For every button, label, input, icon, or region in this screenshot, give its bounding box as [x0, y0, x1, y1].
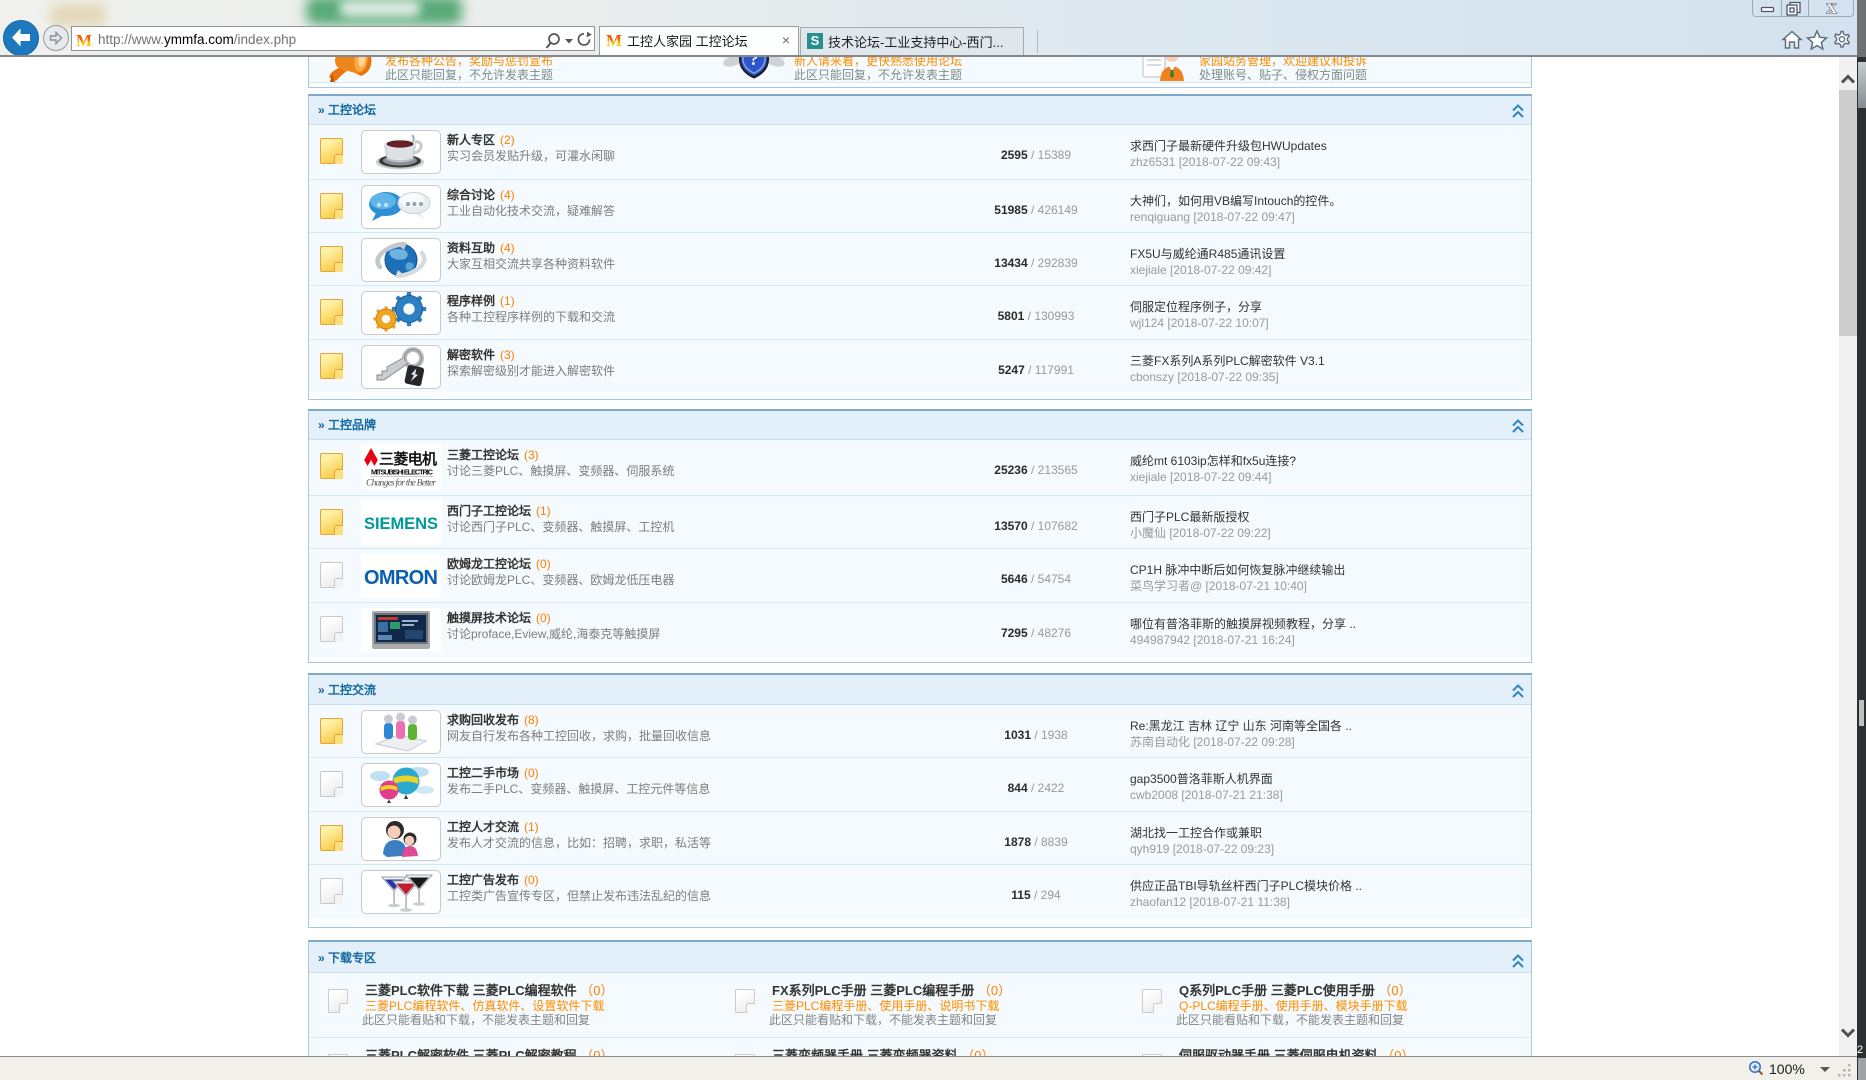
- svg-text:Changes for the Better: Changes for the Better: [366, 478, 436, 489]
- svg-text:OMRON: OMRON: [364, 567, 438, 589]
- svg-text:MITSUBISHI ELECTRIC: MITSUBISHI ELECTRIC: [371, 468, 433, 477]
- svg-text:SIEMENS: SIEMENS: [364, 515, 438, 533]
- svg-text:三菱电机: 三菱电机: [379, 450, 437, 468]
- svg-text:X: X: [1826, 1, 1837, 17]
